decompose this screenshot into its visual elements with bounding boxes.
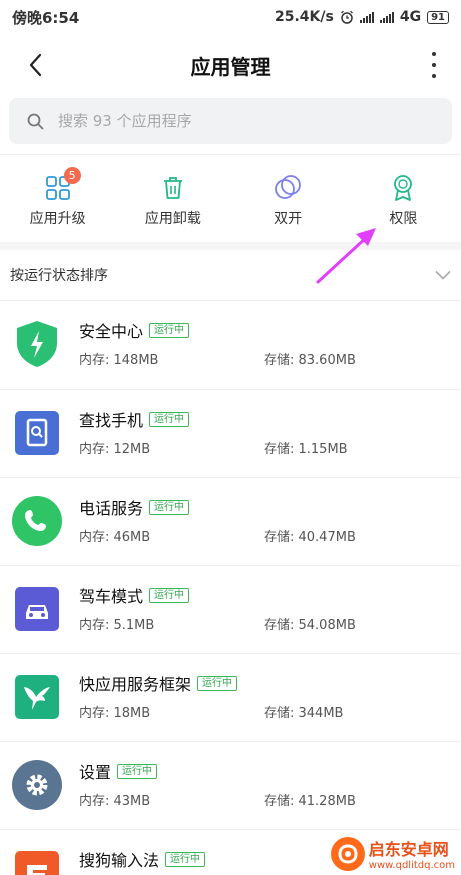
- storage-usage: 存储: 1.15MB: [264, 442, 348, 457]
- search-input[interactable]: [58, 112, 358, 130]
- page-title: 应用管理: [190, 54, 271, 79]
- car-icon: [12, 584, 62, 634]
- dual-app-icon: [273, 173, 303, 203]
- search-icon: [27, 113, 44, 129]
- memory-usage: 内存: 5.1MB: [79, 618, 155, 633]
- find-phone-icon: [12, 408, 62, 458]
- app-name: 快应用服务框架: [79, 675, 192, 694]
- memory-usage: 内存: 12MB: [79, 442, 151, 457]
- network-speed: 25.4K/s: [275, 9, 334, 25]
- app-name: 设置: [79, 763, 112, 782]
- trash-icon: [158, 173, 188, 203]
- running-tag: 运行中: [197, 675, 238, 691]
- memory-usage: 内存: 43MB: [79, 794, 151, 809]
- app-list-item[interactable]: 设置 运行中 内存: 43MB 存储: 41.28MB: [0, 741, 461, 829]
- permission-badge-icon: [388, 173, 418, 203]
- app-uninstall-button[interactable]: 应用卸载: [118, 173, 228, 228]
- sort-selector[interactable]: 按运行状态排序: [0, 250, 461, 300]
- status-right: 25.4K/s 4G 91: [275, 9, 449, 25]
- signal-icon: [379, 11, 394, 23]
- app-name: 查找手机: [79, 411, 144, 430]
- status-bar: 傍晚6:54 25.4K/s 4G 91: [0, 0, 461, 34]
- title-bar: 应用管理: [0, 34, 461, 96]
- signal-icon: [359, 11, 374, 23]
- more-options-button[interactable]: [429, 52, 439, 78]
- section-divider: [0, 242, 461, 250]
- network-type: 4G: [399, 9, 422, 25]
- app-list: 安全中心 运行中 内存: 148MB 存储: 83.60MB 查找手机 运行中 内存:…: [0, 300, 461, 875]
- storage-usage: 存储: 40.47MB: [264, 530, 356, 545]
- running-tag: 运行中: [149, 411, 190, 427]
- phone-icon: [12, 496, 62, 546]
- battery-icon: 91: [427, 10, 449, 24]
- storage-usage: 存储: 54.08MB: [264, 618, 356, 633]
- alarm-icon: [340, 10, 353, 24]
- running-tag: 运行中: [149, 499, 190, 515]
- watermark-url: www.qdlitdq.com: [368, 860, 455, 871]
- memory-usage: 内存: 46MB: [79, 530, 151, 545]
- app-upgrade-button[interactable]: 5 应用升级: [3, 167, 113, 228]
- app-list-item[interactable]: 电话服务 运行中 内存: 46MB 存储: 40.47MB: [0, 477, 461, 565]
- running-tag: 运行中: [165, 851, 206, 867]
- app-list-item[interactable]: 驾车模式 运行中 内存: 5.1MB 存储: 54.08MB: [0, 565, 461, 653]
- watermark: 启东安卓网 www.qdlitdq.com: [330, 836, 455, 871]
- quick-action-label: 应用卸载: [144, 211, 201, 227]
- watermark-logo-icon: [330, 836, 365, 871]
- quick-actions: 5 应用升级 应用卸载 双开 权限: [0, 154, 461, 238]
- storage-usage: 存储: 83.60MB: [264, 353, 356, 368]
- settings-gear-icon: [12, 760, 62, 810]
- chevron-left-icon: [29, 53, 42, 77]
- storage-usage: 存储: 344MB: [264, 706, 344, 721]
- dual-apps-button[interactable]: 双开: [233, 173, 343, 228]
- chevron-down-icon: [435, 270, 451, 280]
- app-list-item[interactable]: 查找手机 运行中 内存: 12MB 存储: 1.15MB: [0, 389, 461, 477]
- memory-usage: 内存: 18MB: [79, 706, 151, 721]
- security-shield-icon: [12, 319, 62, 369]
- memory-usage: 内存: 148MB: [79, 353, 159, 368]
- running-tag: 运行中: [149, 587, 190, 603]
- app-name: 电话服务: [79, 499, 144, 518]
- sort-label: 按运行状态排序: [10, 268, 108, 284]
- update-count-badge: 5: [63, 167, 81, 184]
- hummingbird-icon: [12, 672, 62, 722]
- watermark-title: 启东安卓网: [368, 840, 449, 859]
- back-button[interactable]: [20, 50, 50, 80]
- quick-action-label: 权限: [389, 211, 418, 227]
- app-name: 驾车模式: [79, 587, 144, 606]
- app-list-item[interactable]: 安全中心 运行中 内存: 148MB 存储: 83.60MB: [0, 301, 461, 389]
- app-list-item[interactable]: 快应用服务框架 运行中 内存: 18MB 存储: 344MB: [0, 653, 461, 741]
- quick-action-label: 双开: [274, 211, 303, 227]
- quick-action-label: 应用升级: [29, 211, 86, 227]
- search-bar[interactable]: [9, 98, 452, 144]
- app-name: 安全中心: [79, 322, 144, 341]
- status-time: 傍晚6:54: [12, 8, 80, 27]
- app-name: 搜狗输入法: [79, 851, 160, 870]
- app-upgrade-icon: 5: [43, 167, 81, 203]
- storage-usage: 存储: 41.28MB: [264, 794, 356, 809]
- running-tag: 运行中: [117, 763, 158, 779]
- sogou-icon: [12, 848, 62, 875]
- permissions-button[interactable]: 权限: [348, 173, 458, 228]
- running-tag: 运行中: [149, 322, 190, 338]
